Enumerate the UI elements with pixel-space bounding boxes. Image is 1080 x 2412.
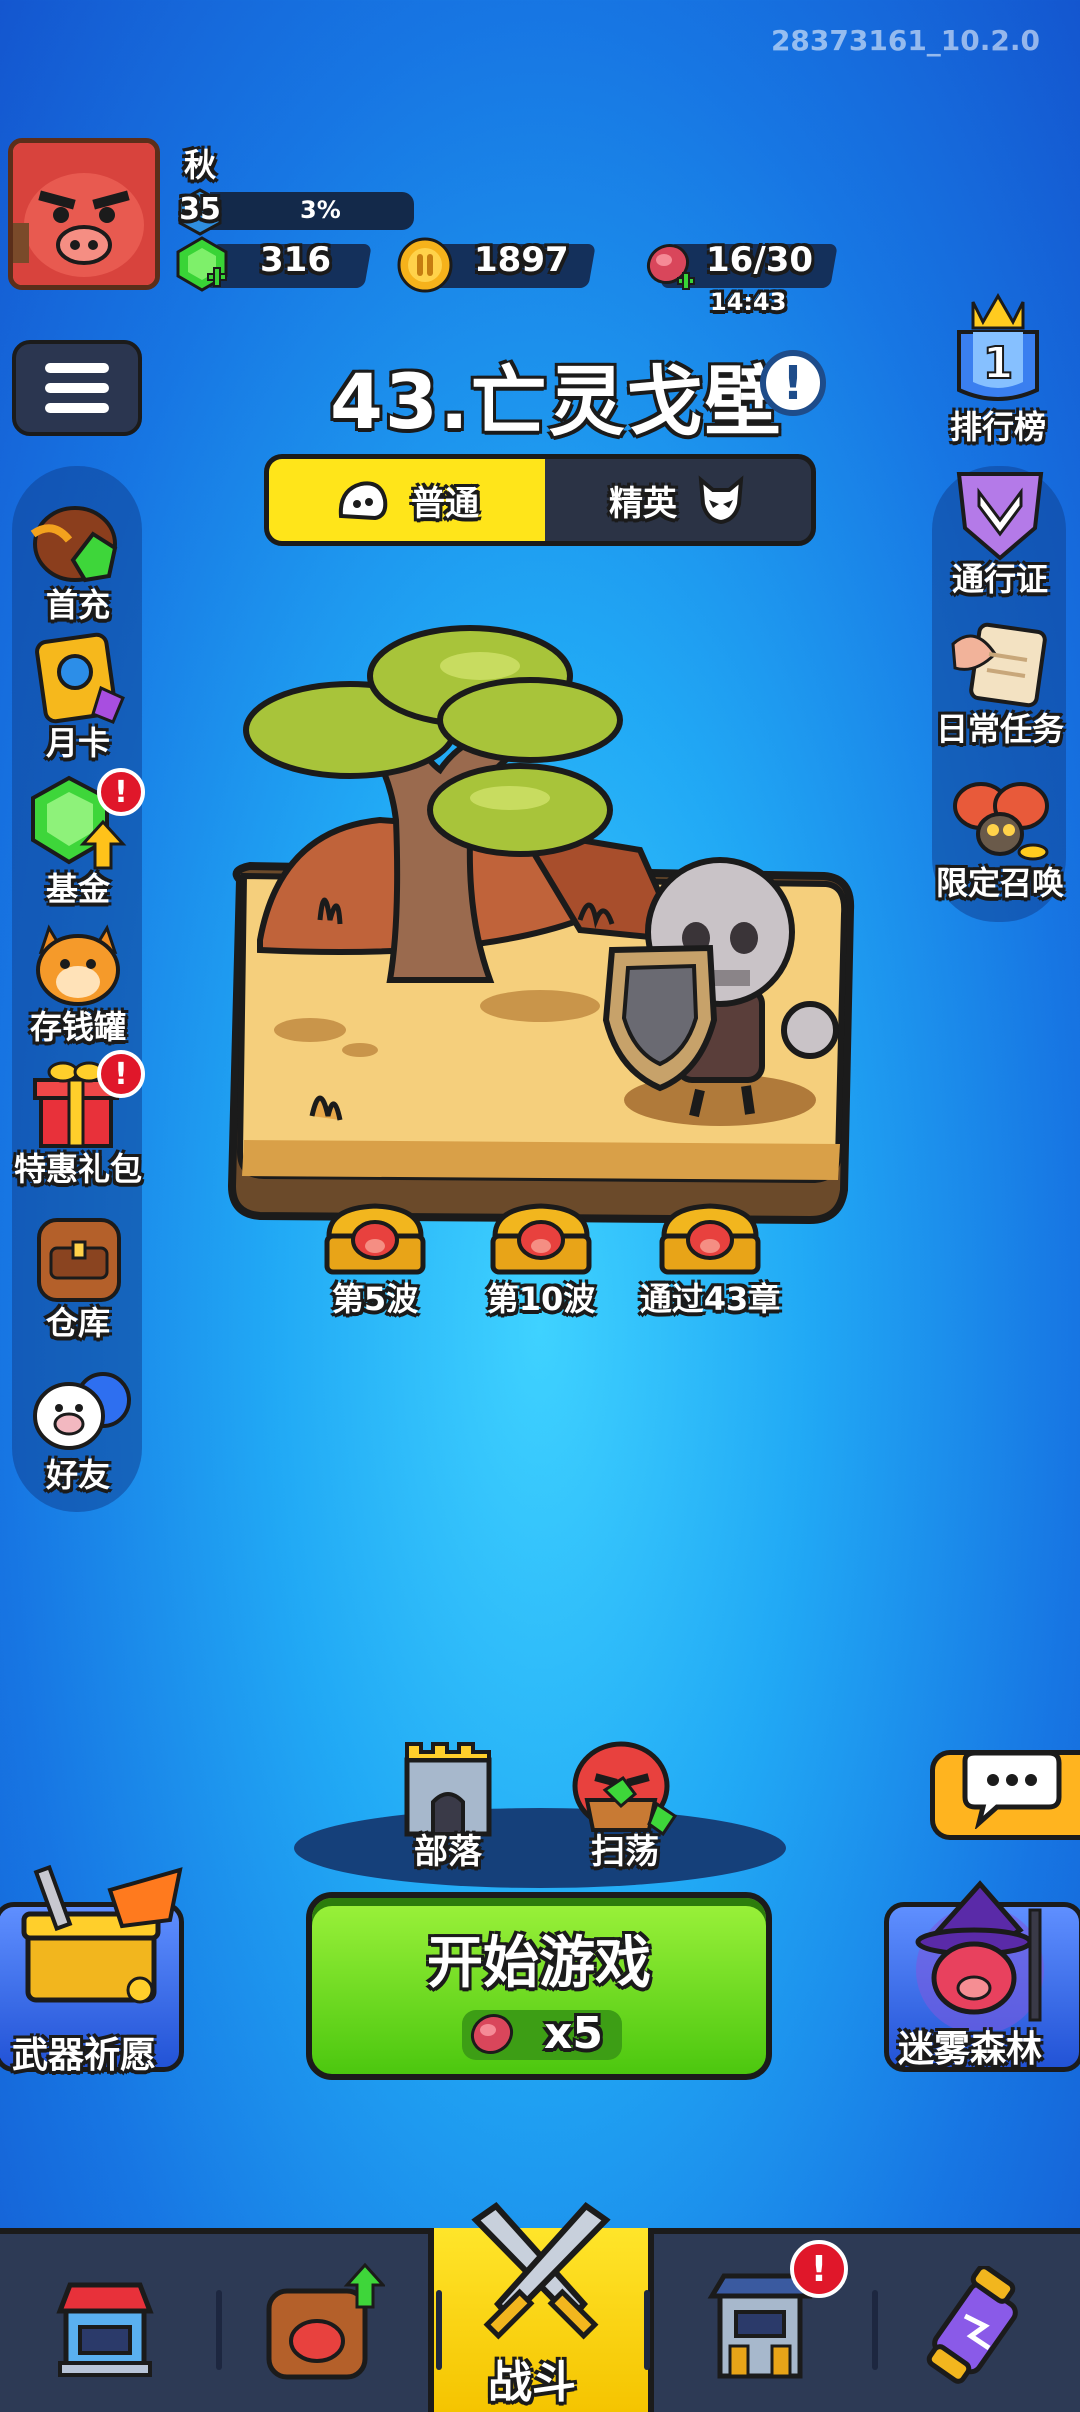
side-item-piggy-bank[interactable]: 存钱罐 <box>0 912 158 1048</box>
gems-count: 316 <box>260 240 331 280</box>
nav-forge-tab[interactable]: ! <box>690 2240 848 2412</box>
sweep-button[interactable]: 扫荡 <box>560 1730 690 1873</box>
menu-icon-line <box>45 403 109 413</box>
limited-summon-icon <box>945 768 1055 868</box>
side-item-limited-summon[interactable]: 限定召唤 <box>920 768 1080 904</box>
reward-chest-chapter[interactable]: 通过43章 <box>620 1196 800 1320</box>
mode-normal-label: 普通 <box>411 483 479 524</box>
backpack-icon <box>23 1208 133 1308</box>
potion-bottle-icon <box>926 2266 1018 2384</box>
nav-shop-tab[interactable] <box>40 2240 170 2412</box>
side-item-first-recharge[interactable]: 首充 <box>0 490 158 626</box>
side-item-fund[interactable]: ! 基金 <box>0 768 158 910</box>
chat-bubble-icon <box>962 1750 1062 1829</box>
crossed-swords-icon <box>456 2200 626 2350</box>
nav-divider <box>216 2290 222 2370</box>
menu-button[interactable] <box>12 340 142 436</box>
level-badge: 35 <box>176 188 224 236</box>
meat-icon[interactable] <box>640 238 698 296</box>
nav-divider <box>436 2290 442 2370</box>
mode-toggle: 普通 精英 <box>264 454 816 546</box>
version-label: 28373161_10.2.0 <box>770 24 1040 57</box>
stage-info-button[interactable]: ! <box>760 350 826 416</box>
start-cost: x5 <box>544 2008 603 2059</box>
side-item-warehouse[interactable]: 仓库 <box>0 1208 158 1344</box>
info-icon: ! <box>782 356 804 410</box>
player-level: 35 <box>179 192 221 227</box>
stamina-timer: 14:43 <box>710 288 787 316</box>
side-item-pass[interactable]: 通行证 <box>920 464 1080 600</box>
reward-label: 通过43章 <box>639 1280 781 1318</box>
side-item-leaderboard[interactable]: 1 排行榜 <box>918 282 1078 448</box>
chest-icon <box>324 1203 426 1275</box>
mode-normal-tab[interactable]: 普通 <box>269 459 545 541</box>
fund-alert-badge: ! <box>97 768 145 816</box>
chat-button[interactable] <box>930 1750 1080 1840</box>
shop-icon <box>56 2282 154 2377</box>
meat-icon <box>470 2013 514 2055</box>
daily-task-icon <box>945 614 1055 714</box>
friends-icon <box>23 1360 133 1460</box>
nav-battle-label: 战斗 <box>488 2357 576 2408</box>
reward-chest-wave10[interactable]: 第10波 <box>456 1196 626 1320</box>
nav-talent-tab[interactable] <box>910 2240 1040 2412</box>
normal-mode-icon <box>338 481 388 521</box>
menu-icon-line <box>45 363 109 373</box>
start-game-button[interactable]: 开始游戏 x5 <box>306 1892 772 2080</box>
gift-pack-icon: ! <box>23 1050 145 1154</box>
fund-icon: ! <box>23 768 145 874</box>
action-row-base <box>294 1808 786 1888</box>
reward-label: 第10波 <box>486 1280 596 1318</box>
mode-elite-tab[interactable]: 精英 <box>545 459 811 541</box>
pass-icon <box>945 464 1055 564</box>
forge-alert-badge: ! <box>790 2240 848 2298</box>
elite-mode-icon <box>698 475 744 525</box>
piggy-bank-icon <box>23 912 133 1012</box>
side-item-gift-pack[interactable]: ! 特惠礼包 <box>0 1050 158 1190</box>
mist-forest-label: 迷雾森林 <box>898 2029 1043 2070</box>
player-name: 秋 <box>184 146 217 184</box>
nav-divider <box>644 2290 650 2370</box>
stage-preview-image[interactable] <box>220 620 860 1230</box>
wizard-pig-icon <box>900 1880 1070 2034</box>
coin-icon <box>396 236 454 294</box>
chest-icon <box>490 1203 592 1275</box>
monthly-card-icon <box>23 628 133 728</box>
chest-icon <box>659 1203 761 1275</box>
reward-label: 第5波 <box>331 1280 419 1318</box>
leaderboard-icon: 1 <box>943 282 1053 412</box>
gem-icon[interactable] <box>172 234 232 294</box>
side-item-monthly-card[interactable]: 月卡 <box>0 628 158 764</box>
mode-elite-label: 精英 <box>609 483 677 524</box>
weapon-chest-icon <box>10 1860 200 2010</box>
weapon-wish-label: 武器祈愿 <box>12 2035 157 2076</box>
reward-chest-wave5[interactable]: 第5波 <box>290 1196 460 1320</box>
menu-icon-line <box>45 383 109 393</box>
gift-pack-alert-badge: ! <box>97 1050 145 1098</box>
nav-equipment-tab[interactable] <box>250 2240 390 2412</box>
first-recharge-icon <box>23 490 133 590</box>
start-game-label: 开始游戏 <box>427 1931 651 1996</box>
tribe-button[interactable]: 部落 <box>388 1730 508 1873</box>
side-item-daily-task[interactable]: 日常任务 <box>920 614 1080 750</box>
svg-text:1: 1 <box>983 338 1014 389</box>
backpack-upgrade-icon <box>266 2262 385 2380</box>
coins-count: 1897 <box>474 240 569 280</box>
exp-percent: 3% <box>300 196 341 224</box>
stage-title: 43.亡灵戈壁 <box>330 357 783 446</box>
stamina-count: 16/30 <box>706 240 814 280</box>
side-item-friends[interactable]: 好友 <box>0 1360 158 1496</box>
nav-divider <box>872 2290 878 2370</box>
player-avatar[interactable] <box>8 138 160 290</box>
